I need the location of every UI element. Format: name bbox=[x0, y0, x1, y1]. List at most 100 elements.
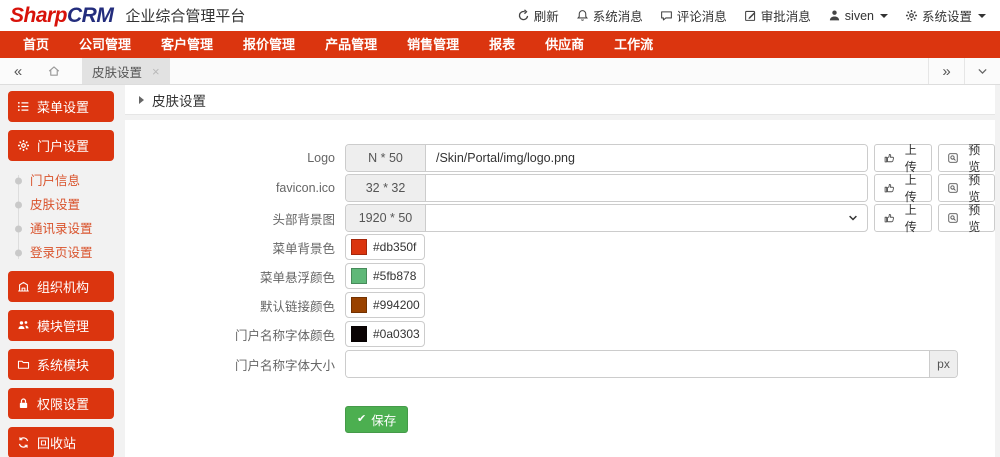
comment-messages-label: 评论消息 bbox=[676, 10, 727, 24]
sidebar-item-portal-settings[interactable]: 门户设置 bbox=[8, 130, 114, 161]
header-bg-label: 头部背景图 bbox=[272, 212, 335, 227]
favicon-input-group: 32 * 32 bbox=[345, 174, 869, 202]
sidebar-item-menu-settings[interactable]: 菜单设置 bbox=[8, 91, 114, 122]
tabs-scroll-left-button[interactable]: « bbox=[0, 58, 36, 84]
logo-path-input[interactable] bbox=[426, 145, 868, 171]
sidebar-item-permission-settings[interactable]: 权限设置 bbox=[8, 388, 114, 419]
form-row-portal-font-size: 门户名称字体大小 px bbox=[125, 350, 995, 378]
preview-doc-icon bbox=[947, 212, 959, 224]
preview-button-label: 预览 bbox=[968, 143, 981, 174]
tab-label: 皮肤设置 bbox=[92, 65, 143, 80]
approval-messages-label: 审批消息 bbox=[760, 10, 811, 24]
nav-item-quotation[interactable]: 报价管理 bbox=[228, 31, 310, 58]
header-bg-upload-button[interactable]: 上传 bbox=[874, 203, 932, 234]
portal-font-size-input[interactable] bbox=[346, 351, 929, 377]
sidebar-item-label: 组织机构 bbox=[37, 280, 90, 295]
favicon-preview-button[interactable]: 预览 bbox=[937, 173, 995, 204]
default-link-color-picker[interactable]: #994200 bbox=[345, 292, 425, 318]
form-row-header-bg: 头部背景图 1920 * 50 上传 预览 bbox=[125, 203, 995, 234]
brand-logo-sharp: Sharp bbox=[10, 3, 68, 27]
thumb-up-icon bbox=[883, 182, 895, 194]
menu-bg-color-picker[interactable]: #db350f bbox=[345, 234, 425, 260]
refresh-label: 刷新 bbox=[533, 10, 559, 24]
user-menu[interactable]: siven bbox=[828, 9, 888, 23]
lock-icon bbox=[17, 397, 30, 410]
header-bg-select-group: 1920 * 50 bbox=[345, 204, 869, 232]
recycle-icon bbox=[17, 436, 30, 449]
system-messages-button[interactable]: 系统消息 bbox=[576, 6, 643, 25]
header-bg-preview-button[interactable]: 预览 bbox=[937, 203, 995, 234]
upload-button-label: 上传 bbox=[904, 203, 917, 234]
logo-upload-button[interactable]: 上传 bbox=[874, 143, 932, 174]
panel-header: 皮肤设置 bbox=[125, 85, 995, 115]
system-settings-menu[interactable]: 系统设置 bbox=[905, 6, 986, 25]
sidebar-item-label: 模块管理 bbox=[37, 319, 90, 334]
sidebar-item-system-modules[interactable]: 系统模块 bbox=[8, 349, 114, 380]
sidebar-subitem-skin-settings[interactable]: 皮肤设置 bbox=[0, 193, 122, 217]
sidebar-item-module-management[interactable]: 模块管理 bbox=[8, 310, 114, 341]
nav-item-product[interactable]: 产品管理 bbox=[310, 31, 392, 58]
close-icon[interactable]: × bbox=[152, 65, 160, 78]
home-tab-button[interactable] bbox=[36, 58, 72, 84]
sidebar-subitem-login-page-settings[interactable]: 登录页设置 bbox=[0, 241, 122, 265]
form-row-favicon: favicon.ico 32 * 32 上传 预览 bbox=[125, 173, 995, 204]
logo-preview-button[interactable]: 预览 bbox=[937, 143, 995, 174]
sidebar-item-organization[interactable]: 组织机构 bbox=[8, 271, 114, 302]
tabs-scroll-right-button[interactable]: » bbox=[928, 58, 964, 84]
portal-font-color-picker[interactable]: #0a0303 bbox=[345, 321, 425, 347]
color-swatch bbox=[351, 297, 367, 313]
portal-font-size-label: 门户名称字体大小 bbox=[234, 358, 335, 373]
menu-hover-color-picker[interactable]: #5fb878 bbox=[345, 263, 425, 289]
brand-logo-crm: CRM bbox=[67, 3, 114, 27]
collapse-caret-icon[interactable] bbox=[139, 95, 144, 104]
logo-size-addon: N * 50 bbox=[346, 145, 426, 171]
comment-messages-button[interactable]: 评论消息 bbox=[660, 6, 727, 25]
color-hex-value: #0a0303 bbox=[373, 327, 420, 341]
header-bg-select[interactable] bbox=[426, 205, 840, 231]
save-button[interactable]: ✔ 保存 bbox=[345, 406, 409, 433]
sidebar-item-label: 菜单设置 bbox=[37, 100, 90, 115]
nav-item-sales[interactable]: 销售管理 bbox=[392, 31, 474, 58]
preview-button-label: 预览 bbox=[968, 203, 981, 234]
check-icon: ✔ bbox=[357, 413, 367, 425]
favicon-upload-button[interactable]: 上传 bbox=[874, 173, 932, 204]
approval-messages-button[interactable]: 审批消息 bbox=[744, 6, 811, 25]
bullet-icon bbox=[15, 201, 22, 209]
preview-doc-icon bbox=[947, 152, 959, 164]
tabs-menu-button[interactable] bbox=[964, 58, 1000, 84]
folder-icon bbox=[17, 358, 30, 371]
nav-item-customer[interactable]: 客户管理 bbox=[146, 31, 228, 58]
nav-item-reports[interactable]: 报表 bbox=[474, 31, 530, 58]
tab-skin-settings[interactable]: 皮肤设置 × bbox=[82, 58, 170, 84]
nav-item-home[interactable]: 首页 bbox=[8, 31, 64, 58]
tab-bar: « 皮肤设置 × » bbox=[0, 58, 1000, 85]
sidebar-item-label: 回收站 bbox=[37, 436, 77, 451]
bullet-icon bbox=[15, 225, 22, 233]
nav-item-supplier[interactable]: 供应商 bbox=[530, 31, 599, 58]
sidebar-subitem-contacts-settings[interactable]: 通讯录设置 bbox=[0, 217, 122, 241]
thumb-up-icon bbox=[883, 212, 895, 224]
sidebar-item-label: 门户设置 bbox=[37, 139, 90, 154]
nav-item-company[interactable]: 公司管理 bbox=[64, 31, 146, 58]
upload-button-label: 上传 bbox=[904, 173, 917, 204]
chevron-down-icon[interactable] bbox=[839, 205, 867, 231]
brand: SharpCRM 企业综合管理平台 bbox=[10, 4, 245, 28]
menu-bg-color-label: 菜单背景色 bbox=[272, 241, 335, 256]
default-link-color-label: 默认链接颜色 bbox=[259, 299, 335, 314]
logo-input-group: N * 50 bbox=[345, 144, 869, 172]
favicon-path-input[interactable] bbox=[426, 175, 868, 201]
user-icon bbox=[828, 9, 841, 22]
list-icon bbox=[17, 100, 30, 113]
chevron-down-icon bbox=[879, 13, 888, 22]
sidebar-item-recycle-bin[interactable]: 回收站 bbox=[8, 427, 114, 457]
px-unit-addon: px bbox=[929, 351, 957, 377]
refresh-button[interactable]: 刷新 bbox=[517, 6, 559, 25]
header-bg-size-addon: 1920 * 50 bbox=[346, 205, 426, 231]
system-settings-label: 系统设置 bbox=[921, 10, 972, 24]
nav-item-workflow[interactable]: 工作流 bbox=[599, 31, 668, 58]
subitem-label: 登录页设置 bbox=[30, 246, 93, 260]
comment-icon bbox=[660, 9, 673, 22]
subitem-label: 皮肤设置 bbox=[30, 198, 81, 212]
color-swatch bbox=[351, 268, 367, 284]
sidebar-subitem-portal-info[interactable]: 门户信息 bbox=[0, 169, 122, 193]
